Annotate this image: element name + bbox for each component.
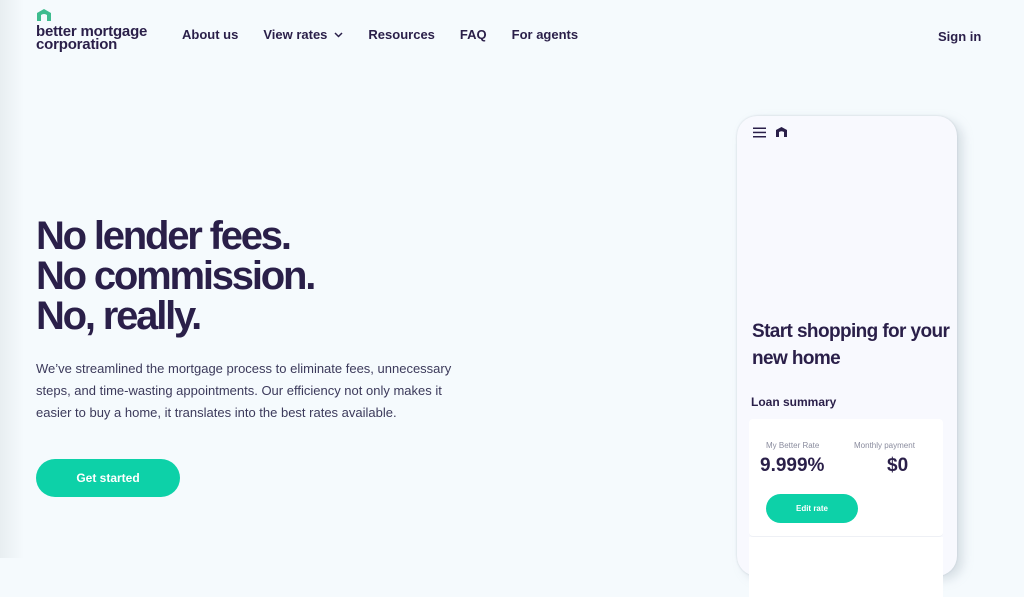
nav-resources[interactable]: Resources (368, 27, 434, 42)
payment-value: $0 (887, 455, 909, 476)
loan-summary-card: My Better Rate Monthly payment 9.999% $0… (749, 419, 943, 537)
nav-about-us-label: About us (182, 27, 239, 42)
chevron-down-icon (334, 31, 343, 38)
phone-title: Start shopping for your new home (752, 321, 950, 369)
rate-label: My Better Rate (766, 441, 820, 450)
get-started-button[interactable]: Get started (36, 459, 180, 497)
main-nav: About us View rates Resources FAQ For ag… (182, 27, 603, 42)
hamburger-menu-icon[interactable] (753, 127, 766, 138)
nav-faq[interactable]: FAQ (460, 27, 487, 42)
loan-summary-label: Loan summary (751, 395, 837, 409)
headline-line-3: No, really. (36, 294, 202, 338)
nav-resources-label: Resources (368, 27, 435, 42)
house-arch-icon (37, 9, 51, 21)
payment-label: Monthly payment (854, 441, 915, 450)
phone-mockup: Start shopping for your new home Loan su… (737, 116, 957, 597)
headline-line-1: No lender fees. (36, 214, 292, 258)
nav-view-rates-label: View rates (263, 27, 328, 42)
hero-description: We’ve streamlined the mortgage process t… (36, 361, 452, 420)
nav-view-rates[interactable]: View rates (263, 27, 343, 42)
hero-headline: No lender fees. No commission. No, reall… (36, 214, 316, 338)
sign-in-link[interactable]: Sign in (938, 29, 981, 44)
nav-for-agents-label: For agents (511, 27, 579, 42)
house-arch-icon (776, 127, 787, 137)
rate-value: 9.999% (760, 455, 825, 476)
loan-detail-card (749, 537, 943, 597)
left-edge-shadow (0, 0, 24, 558)
brand-name-line2: corporation (36, 36, 118, 53)
nav-faq-label: FAQ (459, 27, 487, 42)
edit-rate-button[interactable]: Edit rate (766, 494, 858, 523)
headline-line-2: No commission. (36, 254, 316, 298)
nav-about-us[interactable]: About us (182, 27, 238, 42)
nav-for-agents[interactable]: For agents (512, 27, 578, 42)
brand-logo[interactable]: better mortgage corporation (36, 8, 176, 53)
